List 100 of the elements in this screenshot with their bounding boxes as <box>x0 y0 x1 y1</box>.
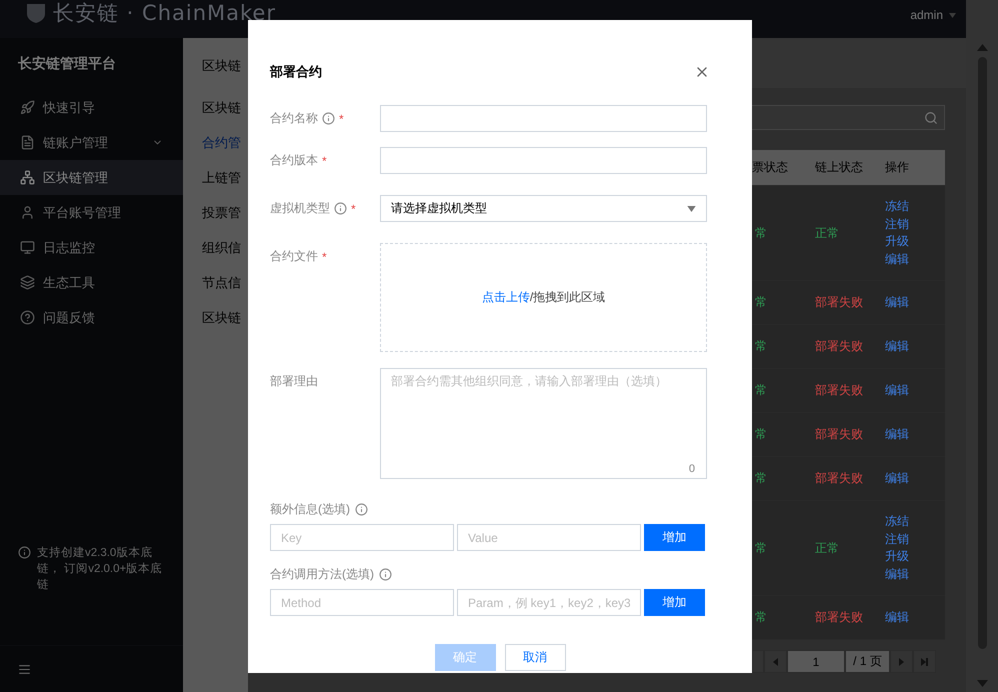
search-icon[interactable] <box>924 110 938 124</box>
subnav-item[interactable]: 合约管 <box>202 125 248 160</box>
upload-link[interactable]: 点击上传 <box>482 290 530 304</box>
action-link[interactable]: 编辑 <box>885 338 945 356</box>
vote-status-cell-text: 常 <box>754 294 768 311</box>
left-triangle-icon <box>773 658 778 666</box>
chain-status-cell-text: 部署失败 <box>815 609 864 626</box>
sidebar-item[interactable]: 快速引导 <box>0 90 183 125</box>
platform-title: 长安链管理平台 <box>17 54 117 73</box>
info-icon[interactable] <box>379 568 392 580</box>
sidebar-item[interactable]: 平台账号管理 <box>0 195 183 230</box>
last-page-button[interactable] <box>913 650 936 673</box>
chain-status-cell-text: 部署失败 <box>815 382 864 399</box>
subnav-item[interactable]: 区块链 <box>202 90 248 125</box>
search-field[interactable] <box>752 105 945 130</box>
action-link[interactable]: 升级 <box>885 233 945 250</box>
caret-icon <box>949 12 956 18</box>
field-label: 合约名称 <box>270 110 318 127</box>
sidebar-item[interactable]: 问题反馈 <box>0 300 183 335</box>
subnav-item[interactable]: 节点信 <box>202 265 248 300</box>
vote-status-cell-text: 常 <box>754 609 768 626</box>
subnav-item[interactable]: 上链管 <box>202 160 248 195</box>
action-link[interactable]: 编辑 <box>885 382 945 400</box>
character-count: 0 <box>688 463 695 475</box>
required-mark: * <box>322 154 327 168</box>
user-menu[interactable]: admin <box>910 8 956 22</box>
action-link[interactable]: 编辑 <box>885 426 945 444</box>
subnav-item[interactable]: 区块链 <box>202 300 248 335</box>
sidebar-item[interactable]: 生态工具 <box>0 265 183 300</box>
monitor-icon <box>20 240 35 255</box>
upload-area[interactable]: 点击上传/拖拽到此区域 <box>380 243 707 352</box>
chain-status-cell-text: 部署失败 <box>815 338 864 355</box>
scroll-up-icon[interactable] <box>976 44 988 51</box>
required-mark: * <box>322 250 327 264</box>
info-icon[interactable] <box>322 112 335 125</box>
action-link[interactable]: 编辑 <box>885 608 945 626</box>
info-icon[interactable] <box>334 202 347 215</box>
vote-status-cell-text: 常 <box>754 426 768 443</box>
section-label: 合约调用方法(选填) <box>270 566 374 582</box>
caret-icon <box>687 206 696 212</box>
shield-logo-icon <box>25 2 47 24</box>
vote-status-cell-text: 常 <box>754 540 768 556</box>
action-link[interactable]: 编辑 <box>885 566 945 583</box>
action-link[interactable]: 注销 <box>885 216 945 233</box>
field-label: 虚拟机类型 <box>270 200 330 217</box>
column-header: 链上状态 <box>815 159 864 176</box>
subnav-item[interactable]: 投票管 <box>202 195 248 230</box>
chain-status-cell-text: 正常 <box>815 224 840 242</box>
sidebar-item[interactable]: 日志监控 <box>0 230 183 265</box>
page-input[interactable]: 1 <box>787 650 845 673</box>
field-label: 合约文件 <box>270 248 318 265</box>
upload-hint: 点击上传/拖拽到此区域 <box>482 289 606 306</box>
scroll-down-icon[interactable] <box>976 680 988 687</box>
chain-status-cell-text: 部署失败 <box>815 470 864 487</box>
version-notice: 支持创建v2.3.0版本底链， 订阅v2.0.0+版本底链 <box>37 545 164 593</box>
chain-status-cell-text: 部署失败 <box>815 426 864 443</box>
vote-status-cell-text: 常 <box>754 382 768 399</box>
network-icon <box>20 170 35 185</box>
vote-status-cell-text: 常 <box>754 470 768 487</box>
action-link[interactable]: 升级 <box>885 548 945 566</box>
previous-page-button[interactable] <box>764 650 787 673</box>
section-label: 额外信息(选填) <box>270 500 350 518</box>
action-link[interactable]: 编辑 <box>885 470 945 488</box>
action-link[interactable]: 冻结 <box>885 198 945 216</box>
action-link[interactable]: 编辑 <box>885 250 945 268</box>
document-icon <box>20 135 35 150</box>
add-button[interactable]: 增加 <box>644 589 705 616</box>
required-mark: * <box>339 112 344 126</box>
action-link[interactable]: 编辑 <box>885 294 945 312</box>
subnav-item[interactable]: 组织信 <box>202 230 248 265</box>
action-link[interactable]: 冻结 <box>885 513 945 530</box>
column-header: 操作 <box>885 159 910 176</box>
add-button[interactable]: 增加 <box>644 524 705 551</box>
collapse-icon[interactable] <box>18 662 31 676</box>
field-label: 合约版本 <box>270 152 318 169</box>
cancel-button[interactable]: 取消 <box>504 644 566 671</box>
select-field[interactable]: 请选择虚拟机类型 <box>380 195 707 222</box>
field-label: 部署理由 <box>270 373 318 390</box>
user-icon <box>20 205 35 220</box>
input-field[interactable] <box>380 147 707 174</box>
info-icon[interactable] <box>355 502 368 516</box>
info-icon <box>18 546 31 559</box>
chain-status-cell-text: 正常 <box>815 540 840 556</box>
input-field[interactable]: Key <box>270 524 454 551</box>
input-field[interactable]: Method <box>270 589 454 616</box>
input-field[interactable] <box>380 105 707 132</box>
page-total: / 1 页 <box>845 650 890 673</box>
next-page-button[interactable] <box>890 650 913 673</box>
sidebar-item[interactable]: 区块链管理 <box>0 160 183 195</box>
help-icon <box>20 310 35 325</box>
right-triangle-icon <box>899 658 904 666</box>
column-header: 票状态 <box>752 159 789 176</box>
action-link[interactable]: 注销 <box>885 530 945 548</box>
input-field[interactable]: Value <box>457 524 641 551</box>
vote-status-cell-text: 常 <box>754 338 768 355</box>
first-page-button[interactable] <box>752 650 764 673</box>
section-title: 区块链 <box>202 57 242 75</box>
required-mark: * <box>351 202 356 216</box>
sidebar-item[interactable]: 链账户管理 <box>0 125 183 160</box>
input-field[interactable]: Param，例 key1，key2，key3 <box>457 589 641 616</box>
